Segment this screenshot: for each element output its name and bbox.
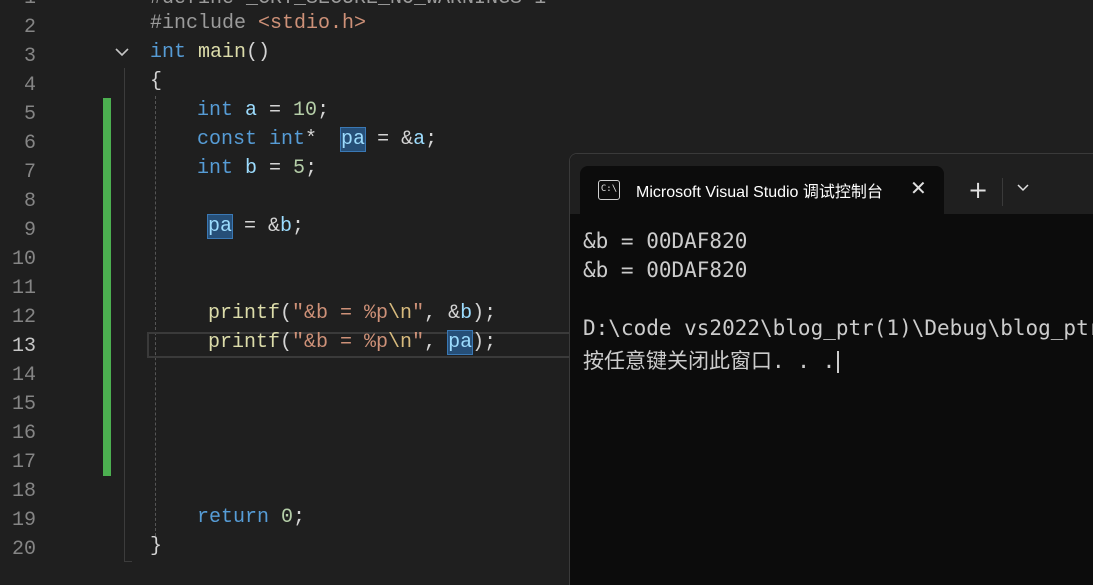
terminal-icon: C:\ (598, 180, 620, 200)
code-line-20[interactable]: } (150, 535, 162, 558)
keyword: const int (197, 128, 306, 151)
include-directive: #include (150, 12, 259, 35)
number: 5 (293, 157, 306, 180)
line-number: 19 (11, 509, 36, 532)
code-line-9[interactable]: pa = &b; (206, 214, 305, 239)
preprocessor-text: #define _CRT_SECURE_NO_WARNINGS 1 (150, 0, 546, 10)
debug-console-window[interactable]: C:\ Microsoft Visual Studio 调试控制台 ✕ + &b… (569, 153, 1093, 585)
line-number: 8 (23, 190, 36, 213)
console-output-line: &b = 00DAF820 (583, 258, 748, 282)
line-number: 16 (11, 422, 36, 445)
operator: * (305, 128, 342, 151)
punctuation: ); (472, 302, 497, 325)
console-output-line: D:\code vs2022\blog_ptr(1)\Debug\blog_pt… (583, 316, 1093, 340)
line-number: 18 (11, 480, 36, 503)
keyword: int (150, 41, 187, 64)
line-number: 13 (11, 335, 36, 358)
punctuation: ( (280, 331, 293, 354)
console-titlebar[interactable]: C:\ Microsoft Visual Studio 调试控制台 ✕ + (570, 154, 1093, 214)
line-number: 17 (11, 451, 36, 474)
string-literal: " (412, 331, 425, 354)
punctuation: ; (293, 506, 306, 529)
code-line-13[interactable]: printf("&b = %p\n", pa); (208, 330, 497, 355)
line-number: 14 (11, 364, 36, 387)
line-number: 3 (23, 45, 36, 68)
highlighted-variable[interactable]: pa (206, 214, 234, 239)
line-number: 6 (23, 132, 36, 155)
number: 0 (269, 506, 294, 529)
chevron-down-icon[interactable] (1016, 180, 1030, 199)
code-line-3[interactable]: int main() (150, 41, 270, 64)
variable: a (413, 128, 426, 151)
line-number: 9 (23, 219, 36, 242)
function-name: printf (208, 331, 281, 354)
new-tab-button[interactable]: + (968, 176, 988, 204)
operator: = & (365, 128, 414, 151)
code-line-6[interactable]: const int* pa = &a; (197, 127, 438, 152)
console-tab[interactable]: C:\ Microsoft Visual Studio 调试控制台 ✕ (580, 166, 944, 214)
punctuation: ); (472, 331, 497, 354)
open-brace: { (150, 70, 163, 93)
include-header: <stdio.h> (258, 12, 367, 35)
function-name: printf (208, 302, 281, 325)
operator: = (257, 99, 294, 122)
line-number: 4 (23, 74, 36, 97)
line-number: 15 (11, 393, 36, 416)
indent-guide (124, 68, 125, 562)
line-number: 1 (0, 0, 36, 10)
line-number: 7 (23, 161, 36, 184)
escape-sequence: \n (388, 331, 413, 354)
escape-sequence: \n (388, 302, 413, 325)
string-literal: "&b = %p (292, 331, 389, 354)
code-line-19[interactable]: return 0; (197, 506, 305, 529)
indent-guide (155, 96, 156, 536)
line-number: 11 (11, 277, 36, 300)
operator: = (257, 157, 294, 180)
punctuation: ; (317, 99, 330, 122)
line-number: 10 (11, 248, 36, 271)
variable: b (460, 302, 473, 325)
variable: a (233, 99, 258, 122)
code-line-1[interactable]: #define _CRT_SECURE_NO_WARNINGS 1 (150, 0, 546, 10)
punctuation: ; (425, 128, 438, 151)
keyword: int (197, 157, 234, 180)
text-cursor (837, 351, 840, 373)
line-number: 20 (11, 538, 36, 561)
punctuation: ( (280, 302, 293, 325)
punctuation: ; (292, 215, 305, 238)
operator: , & (424, 302, 461, 325)
console-prompt-line: 按任意键关闭此窗口. . . (583, 345, 840, 375)
punctuation: ; (305, 157, 318, 180)
punctuation: () (246, 41, 271, 64)
function-name: main (186, 41, 247, 64)
console-prompt-text: 按任意键关闭此窗口. . . (583, 349, 836, 373)
keyword: return (197, 506, 270, 529)
line-number: 2 (23, 16, 36, 39)
console-tab-title: Microsoft Visual Studio 调试控制台 (636, 184, 883, 201)
number: 10 (293, 99, 318, 122)
line-number: 12 (11, 306, 36, 329)
code-line-12[interactable]: printf("&b = %p\n", &b); (208, 302, 496, 325)
titlebar-divider (1002, 178, 1003, 206)
code-line-7[interactable]: int b = 5; (197, 157, 317, 180)
console-output-line: &b = 00DAF820 (583, 229, 748, 253)
string-literal: " (412, 302, 425, 325)
string-literal: "&b = %p (292, 302, 389, 325)
variable: b (280, 215, 293, 238)
code-line-2[interactable]: #include <stdio.h> (150, 12, 366, 35)
operator: = & (232, 215, 281, 238)
close-icon[interactable]: ✕ (910, 176, 927, 200)
code-line-4[interactable]: { (150, 70, 162, 93)
code-line-5[interactable]: int a = 10; (197, 99, 329, 122)
highlighted-variable[interactable]: pa (340, 127, 367, 152)
close-brace: } (150, 535, 163, 558)
variable: b (233, 157, 258, 180)
indent-guide-tick (124, 561, 132, 562)
operator: , (424, 331, 449, 354)
chevron-down-icon[interactable] (114, 44, 134, 64)
change-indicator-bar (103, 98, 111, 476)
highlighted-variable[interactable]: pa (447, 330, 474, 355)
line-number: 5 (23, 103, 36, 126)
keyword: int (197, 99, 234, 122)
